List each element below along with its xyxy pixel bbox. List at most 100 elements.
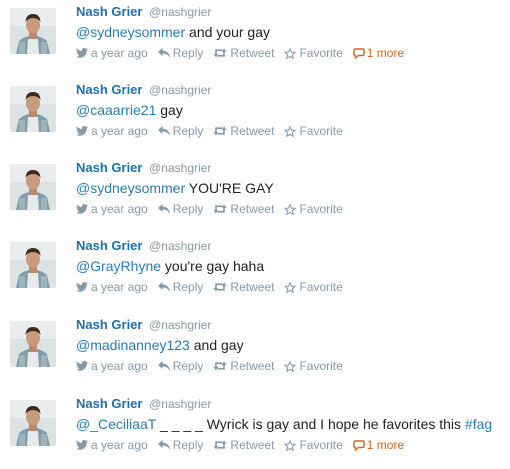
star-icon — [284, 281, 297, 293]
tweet-header: Nash Grier @nashgrier — [76, 159, 510, 177]
retweet-button[interactable]: Retweet — [213, 358, 274, 374]
timestamp-label: a year ago — [91, 359, 148, 373]
bird-icon — [76, 282, 88, 292]
bird-icon — [76, 48, 88, 58]
conversation-bubble-icon — [353, 47, 365, 59]
tweet-content: Nash Grier @nashgrier @sydneysommer YOU'… — [76, 159, 510, 217]
author-username[interactable]: @nashgrier — [149, 318, 211, 332]
timestamp-link[interactable]: a year ago — [76, 279, 148, 295]
tweet[interactable]: Nash Grier @nashgrier @sydneysommer YOU'… — [0, 156, 510, 228]
star-icon — [284, 360, 297, 372]
timestamp-label: a year ago — [91, 438, 148, 452]
author-username[interactable]: @nashgrier — [149, 83, 211, 97]
author-fullname[interactable]: Nash Grier — [76, 238, 142, 253]
mention-link[interactable]: @caaarrie21 — [76, 102, 156, 118]
reply-button[interactable]: Reply — [157, 437, 203, 453]
more-conversation-link[interactable]: 1 more — [353, 437, 404, 453]
retweet-button[interactable]: Retweet — [213, 437, 274, 453]
retweet-icon — [213, 440, 227, 450]
tweet[interactable]: Nash Grier @nashgrier @sydneysommer and … — [0, 0, 510, 72]
reply-label: Reply — [172, 46, 204, 60]
tweet[interactable]: Nash Grier @nashgrier @caaarrie21 gay a … — [0, 78, 510, 150]
author-fullname[interactable]: Nash Grier — [76, 4, 142, 19]
favorite-label: Favorite — [299, 280, 343, 294]
favorite-button[interactable]: Favorite — [284, 358, 343, 374]
favorite-label: Favorite — [299, 124, 343, 138]
retweet-label: Retweet — [230, 124, 275, 138]
favorite-button[interactable]: Favorite — [284, 201, 343, 217]
author-username[interactable]: @nashgrier — [149, 397, 211, 411]
tweet-text: @_CeciliaaT _ _ _ _ Wyrick is gay and I … — [76, 414, 510, 434]
favorite-button[interactable]: Favorite — [284, 279, 343, 295]
conversation-bubble-icon — [353, 439, 365, 451]
reply-button[interactable]: Reply — [157, 201, 203, 217]
tweet-header: Nash Grier @nashgrier — [76, 316, 510, 334]
tweet-feed: Nash Grier @nashgrier @sydneysommer and … — [0, 0, 510, 469]
retweet-icon — [213, 282, 227, 292]
author-fullname[interactable]: Nash Grier — [76, 317, 142, 332]
reply-button[interactable]: Reply — [157, 279, 203, 295]
reply-button[interactable]: Reply — [157, 123, 203, 139]
star-icon — [284, 439, 297, 451]
retweet-label: Retweet — [230, 202, 275, 216]
avatar[interactable] — [10, 400, 56, 446]
timestamp-label: a year ago — [91, 202, 148, 216]
mention-link[interactable]: @GrayRhyne — [76, 258, 161, 274]
favorite-label: Favorite — [299, 202, 343, 216]
avatar[interactable] — [10, 321, 56, 367]
mention-link[interactable]: @_CeciliaaT — [76, 416, 156, 432]
tweet-text: @caaarrie21 gay — [76, 100, 510, 120]
tweet[interactable]: Nash Grier @nashgrier @madinanney123 and… — [0, 313, 510, 385]
retweet-button[interactable]: Retweet — [213, 279, 274, 295]
author-fullname[interactable]: Nash Grier — [76, 82, 142, 97]
author-username[interactable]: @nashgrier — [149, 161, 211, 175]
bird-icon — [76, 440, 88, 450]
mention-link[interactable]: @madinanney123 — [76, 337, 190, 353]
favorite-button[interactable]: Favorite — [284, 437, 343, 453]
reply-arrow-icon — [157, 361, 170, 371]
tweet-actions: a year ago Reply Retweet Favorite — [76, 279, 510, 295]
mention-link[interactable]: @sydneysommer — [76, 24, 185, 40]
bird-icon — [76, 361, 88, 371]
tweet-text: @GrayRhyne you're gay haha — [76, 256, 510, 276]
retweet-label: Retweet — [230, 46, 275, 60]
star-icon — [284, 203, 297, 215]
reply-arrow-icon — [157, 204, 170, 214]
favorite-label: Favorite — [299, 46, 343, 60]
star-icon — [284, 125, 297, 137]
tweet[interactable]: Nash Grier @nashgrier @_CeciliaaT _ _ _ … — [0, 392, 510, 464]
reply-arrow-icon — [157, 48, 170, 58]
favorite-button[interactable]: Favorite — [284, 123, 343, 139]
tweet-actions: a year ago Reply Retweet Favorite — [76, 358, 510, 374]
retweet-button[interactable]: Retweet — [213, 201, 274, 217]
retweet-button[interactable]: Retweet — [213, 123, 274, 139]
tweet-content: Nash Grier @nashgrier @_CeciliaaT _ _ _ … — [76, 395, 510, 453]
author-username[interactable]: @nashgrier — [149, 5, 211, 19]
tweet-actions: a year ago Reply Retweet Favorite 1 more — [76, 437, 510, 453]
tweet-actions: a year ago Reply Retweet Favorite — [76, 201, 510, 217]
avatar[interactable] — [10, 8, 56, 54]
bird-icon — [76, 126, 88, 136]
author-username[interactable]: @nashgrier — [149, 239, 211, 253]
retweet-button[interactable]: Retweet — [213, 45, 274, 61]
timestamp-link[interactable]: a year ago — [76, 437, 148, 453]
more-conversation-link[interactable]: 1 more — [353, 45, 404, 61]
tweet-content: Nash Grier @nashgrier @sydneysommer and … — [76, 3, 510, 61]
mention-link[interactable]: @sydneysommer — [76, 180, 185, 196]
hashtag-link[interactable]: #fag — [465, 416, 492, 432]
reply-button[interactable]: Reply — [157, 45, 204, 61]
reply-button[interactable]: Reply — [157, 358, 203, 374]
timestamp-link[interactable]: a year ago — [76, 201, 148, 217]
avatar[interactable] — [10, 242, 56, 288]
author-fullname[interactable]: Nash Grier — [76, 396, 142, 411]
avatar[interactable] — [10, 164, 56, 210]
timestamp-link[interactable]: a year ago — [76, 45, 148, 61]
timestamp-link[interactable]: a year ago — [76, 123, 148, 139]
author-fullname[interactable]: Nash Grier — [76, 160, 142, 175]
star-icon — [284, 47, 297, 59]
avatar[interactable] — [10, 86, 56, 132]
timestamp-link[interactable]: a year ago — [76, 358, 148, 374]
tweet-text: @madinanney123 and gay — [76, 335, 510, 355]
tweet[interactable]: Nash Grier @nashgrier @GrayRhyne you're … — [0, 234, 510, 306]
favorite-button[interactable]: Favorite — [284, 45, 343, 61]
